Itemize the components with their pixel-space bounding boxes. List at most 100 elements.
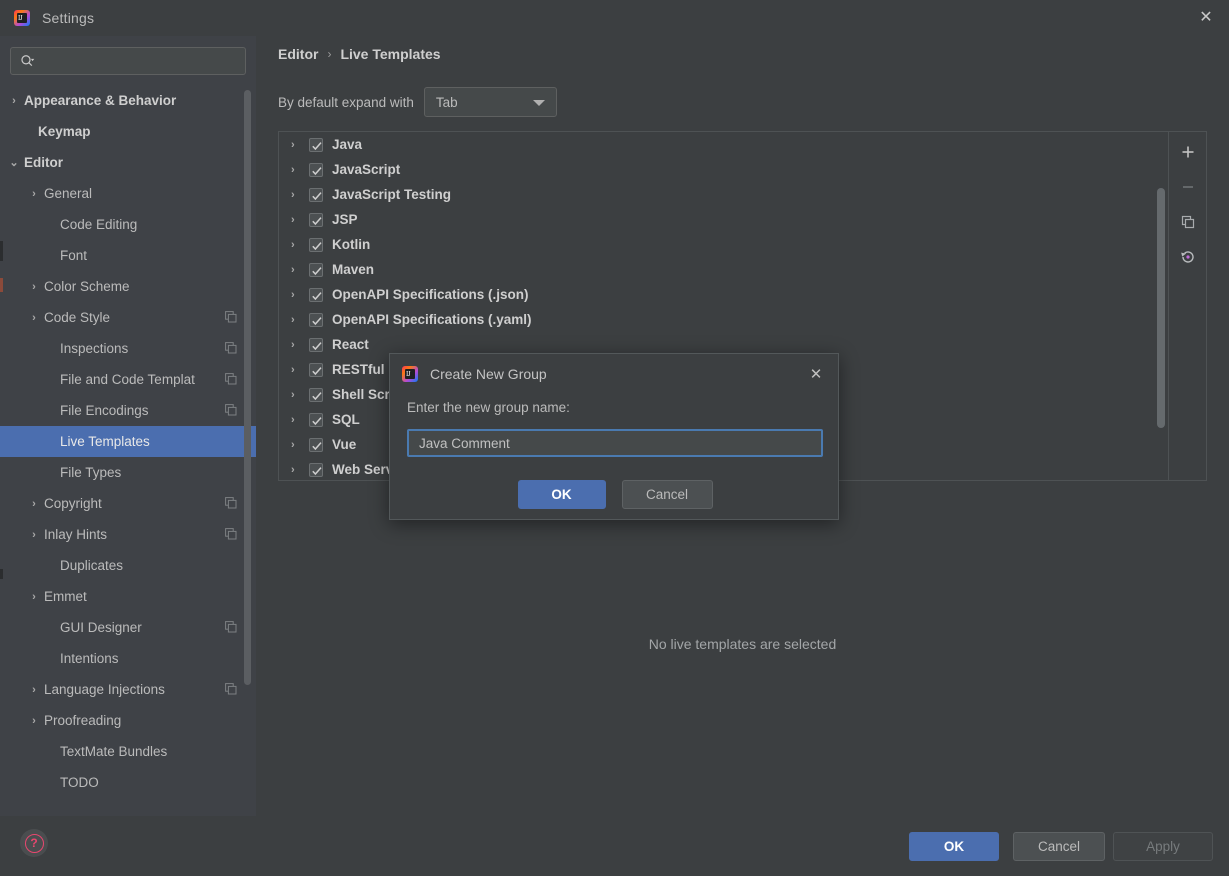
search-input[interactable] [10,47,246,75]
template-group-checkbox[interactable] [309,312,323,327]
template-group-checkbox[interactable] [309,412,323,427]
template-group-label: Maven [332,262,375,277]
chevron-right-icon[interactable]: › [26,715,42,727]
template-group-checkbox[interactable] [309,387,323,402]
chevron-right-icon[interactable]: › [26,188,42,200]
chevron-right-icon[interactable]: › [291,189,309,201]
add-template-button[interactable] [1175,140,1201,164]
sidebar-item-proofreading[interactable]: › Proofreading [0,705,256,736]
template-group-checkbox[interactable] [309,437,323,452]
chevron-right-icon[interactable]: › [291,164,309,176]
duplicate-template-button[interactable] [1175,210,1201,234]
sidebar-item-inspections[interactable]: Inspections [0,333,256,364]
sidebar-item-file-encodings[interactable]: File Encodings [0,395,256,426]
sidebar-item-intentions[interactable]: Intentions [0,643,256,674]
template-group-row[interactable]: › JavaScript Testing [279,182,1168,207]
sidebar-item-color-scheme[interactable]: › Color Scheme [0,271,256,302]
chevron-right-icon[interactable]: › [26,281,42,293]
chevron-right-icon[interactable]: › [291,339,309,351]
template-group-row[interactable]: › Maven [279,257,1168,282]
chevron-right-icon[interactable]: › [26,529,42,541]
chevron-right-icon[interactable]: › [26,312,42,324]
template-group-row[interactable]: › JavaScript [279,157,1168,182]
sidebar-item-general[interactable]: › General [0,178,256,209]
template-group-label: Vue [332,437,357,452]
template-group-row[interactable]: › OpenAPI Specifications (.yaml) [279,307,1168,332]
chevron-right-icon[interactable]: › [26,684,42,696]
chevron-right-icon[interactable]: › [291,389,309,401]
chevron-right-icon[interactable]: › [26,498,42,510]
chevron-down-icon [532,100,545,106]
chevron-right-icon[interactable]: › [291,289,309,301]
list-scrollbar-track[interactable] [1155,133,1167,479]
group-name-input[interactable]: Java Comment [407,429,823,457]
template-group-checkbox[interactable] [309,362,323,377]
restore-defaults-button[interactable] [1175,245,1201,269]
copy-badge-icon [225,621,237,633]
chevron-right-icon[interactable]: › [291,439,309,451]
chevron-right-icon[interactable]: › [291,414,309,426]
sidebar-item-font[interactable]: Font [0,240,256,271]
close-icon[interactable]: ✕ [806,364,826,384]
settings-cancel-button[interactable]: Cancel [1013,832,1105,861]
settings-ok-button[interactable]: OK [909,832,999,861]
group-name-input-value: Java Comment [419,435,510,451]
template-group-label: JavaScript Testing [332,187,452,202]
sidebar-item-label: Duplicates [60,558,124,573]
chevron-right-icon[interactable]: › [291,264,309,276]
template-group-row[interactable]: › JSP [279,207,1168,232]
sidebar-item-copyright[interactable]: › Copyright [0,488,256,519]
template-group-checkbox[interactable] [309,212,323,227]
dialog-cancel-button[interactable]: Cancel [621,480,713,509]
chevron-right-icon[interactable]: › [291,139,309,151]
sidebar-item-emmet[interactable]: › Emmet [0,581,256,612]
template-group-row[interactable]: › Kotlin [279,232,1168,257]
template-group-checkbox[interactable] [309,337,323,352]
sidebar-item-label: Code Editing [60,217,138,232]
sidebar-item-language-injections[interactable]: › Language Injections [0,674,256,705]
template-group-checkbox[interactable] [309,187,323,202]
template-group-checkbox[interactable] [309,287,323,302]
sidebar-item-inlay-hints[interactable]: › Inlay Hints [0,519,256,550]
sidebar-item-textmate-bundles[interactable]: TextMate Bundles [0,736,256,767]
intellij-idea-logo-icon: IJ [402,366,418,382]
sidebar-item-live-templates[interactable]: Live Templates [0,426,256,457]
sidebar-scrollbar[interactable] [244,90,251,685]
sidebar-item-appearance-behavior[interactable]: › Appearance & Behavior [0,85,256,116]
sidebar-item-file-and-code-templat[interactable]: File and Code Templat [0,364,256,395]
help-button[interactable]: ? [20,829,48,857]
sidebar-item-label: Copyright [44,496,102,511]
sidebar-item-file-types[interactable]: File Types [0,457,256,488]
chevron-right-icon[interactable]: › [291,214,309,226]
chevron-right-icon[interactable]: › [26,591,42,603]
list-scrollbar-thumb[interactable] [1157,188,1165,428]
chevron-down-icon[interactable]: ⌄ [6,156,22,169]
sidebar-item-keymap[interactable]: Keymap [0,116,256,147]
template-group-checkbox[interactable] [309,462,323,477]
sidebar-item-editor[interactable]: ⌄ Editor [0,147,256,178]
sidebar-item-code-style[interactable]: › Code Style [0,302,256,333]
chevron-right-icon[interactable]: › [291,314,309,326]
chevron-right-icon[interactable]: › [291,464,309,476]
sidebar-item-todo[interactable]: TODO [0,767,256,798]
template-group-row[interactable]: › OpenAPI Specifications (.json) [279,282,1168,307]
empty-state-message: No live templates are selected [648,636,837,652]
dialog-ok-button[interactable]: OK [517,480,606,509]
template-group-checkbox[interactable] [309,162,323,177]
template-group-checkbox[interactable] [309,262,323,277]
expand-with-select[interactable]: Tab [423,87,557,117]
template-group-checkbox[interactable] [309,137,323,152]
chevron-right-icon[interactable]: › [291,364,309,376]
close-icon[interactable]: ✕ [1183,0,1229,36]
sidebar-item-code-editing[interactable]: Code Editing [0,209,256,240]
template-group-checkbox[interactable] [309,237,323,252]
remove-template-button[interactable] [1175,175,1201,199]
chevron-right-icon[interactable]: › [6,95,22,107]
expand-with-row: By default expand with Tab [278,87,557,117]
template-group-row[interactable]: › Java [279,132,1168,157]
sidebar-item-duplicates[interactable]: Duplicates [0,550,256,581]
sidebar-item-gui-designer[interactable]: GUI Designer [0,612,256,643]
chevron-right-icon[interactable]: › [291,239,309,251]
breadcrumb-parent[interactable]: Editor [278,46,318,62]
settings-apply-button[interactable]: Apply [1113,832,1213,861]
